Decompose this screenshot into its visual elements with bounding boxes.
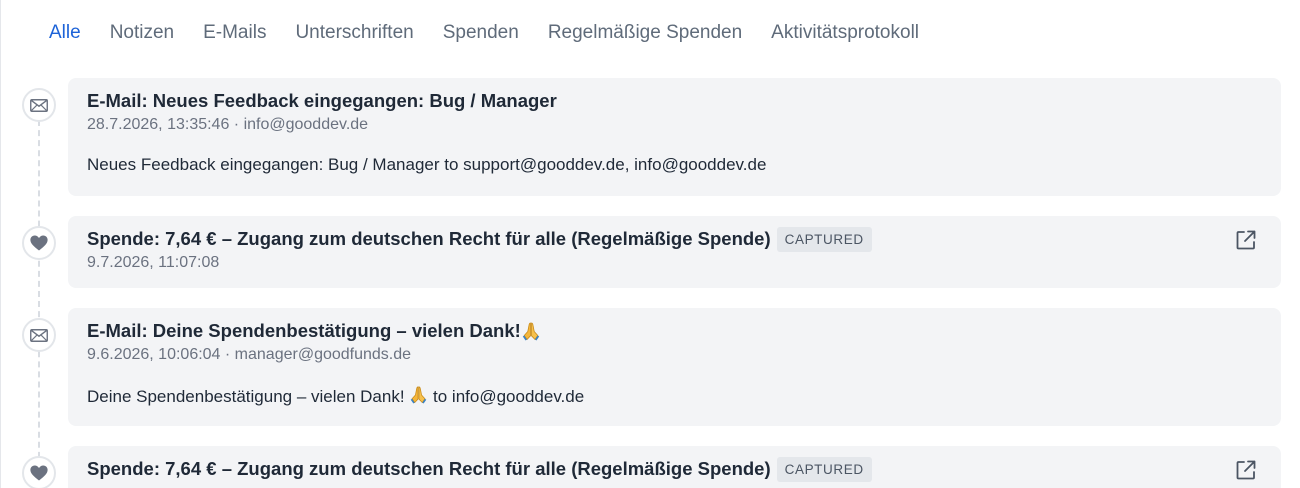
timeline-marker-email	[22, 88, 56, 122]
timeline-entry-email: E-Mail: Deine Spendenbestätigung – viele…	[68, 308, 1281, 426]
entry-body-text: Deine Spendenbestätigung – vielen Dank!	[87, 387, 410, 406]
entry-meta: 9.6.2026, 10:06:04 · manager@goodfunds.d…	[87, 346, 412, 363]
timeline-marker-email	[22, 318, 56, 352]
left-border	[0, 0, 1, 488]
envelope-icon	[30, 98, 48, 112]
entry-title: Spende: 7,64 € – Zugang zum deutschen Re…	[87, 228, 771, 249]
entry-meta: 9.7.2026, 11:07:08	[87, 254, 220, 271]
timeline-marker-donation	[22, 226, 56, 260]
timeline-entry-donation: Spende: 7,64 € – Zugang zum deutschen Re…	[68, 216, 1281, 288]
entry-body-recipient: to info@gooddev.de	[428, 387, 585, 406]
entry-meta: 28.7.2026, 13:35:46 · info@gooddev.de	[87, 116, 369, 133]
status-badge: CAPTURED	[776, 226, 872, 252]
entry-title: Spende: 7,64 € – Zugang zum deutschen Re…	[87, 458, 771, 479]
tab-aktivitaetsprotokoll[interactable]: Aktivitätsprotokoll	[771, 0, 919, 66]
timeline-marker-donation	[22, 456, 56, 488]
timeline-entry-email: E-Mail: Neues Feedback eingegangen: Bug …	[68, 78, 1281, 196]
timeline-line	[38, 110, 40, 488]
tab-emails[interactable]: E-Mails	[203, 0, 266, 66]
status-badge: CAPTURED	[776, 456, 872, 482]
envelope-icon	[30, 328, 48, 342]
tab-alle[interactable]: Alle	[49, 0, 81, 66]
tab-notizen[interactable]: Notizen	[110, 0, 174, 66]
tab-unterschriften[interactable]: Unterschriften	[295, 0, 413, 66]
external-link-icon[interactable]	[1235, 229, 1257, 251]
external-link-icon[interactable]	[1235, 459, 1257, 481]
timeline-entry-donation: Spende: 7,64 € – Zugang zum deutschen Re…	[68, 446, 1281, 488]
heart-icon	[30, 235, 48, 251]
entry-body: Neues Feedback eingegangen: Bug / Manage…	[87, 155, 767, 174]
heart-icon	[30, 465, 48, 481]
tab-spenden[interactable]: Spenden	[443, 0, 519, 66]
entry-title: E-Mail: Deine Spendenbestätigung – viele…	[87, 320, 521, 341]
activity-tabs: Alle Notizen E-Mails Unterschriften Spen…	[49, 0, 948, 66]
folded-hands-icon	[411, 386, 427, 404]
folded-hands-icon	[522, 322, 540, 341]
tab-regelmaessige-spenden[interactable]: Regelmäßige Spenden	[548, 0, 742, 66]
entry-title: E-Mail: Neues Feedback eingegangen: Bug …	[87, 90, 557, 111]
entry-body: Deine Spendenbestätigung – vielen Dank! …	[87, 385, 1262, 407]
